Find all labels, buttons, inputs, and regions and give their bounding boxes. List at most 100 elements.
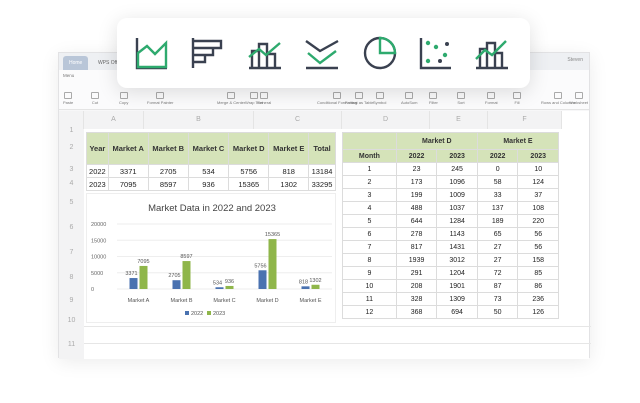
table-cell[interactable]: 8597 <box>147 177 189 191</box>
table-cell[interactable]: 1431 <box>436 240 478 254</box>
table-cell[interactable]: 33 <box>476 188 519 202</box>
table-cell[interactable]: 368 <box>395 305 438 319</box>
column-line-chart-icon[interactable] <box>474 35 510 71</box>
table-cell[interactable]: 56 <box>517 227 559 241</box>
table-cell[interactable]: 9 <box>342 266 397 280</box>
table-cell[interactable]: 291 <box>395 266 438 280</box>
column-header[interactable]: C <box>254 111 342 129</box>
table-cell[interactable]: 108 <box>517 201 559 215</box>
ribbon-button[interactable]: Worksheet <box>569 92 588 105</box>
table-cell[interactable]: 58 <box>476 175 519 189</box>
table-cell[interactable]: 5 <box>342 214 397 228</box>
table-cell[interactable]: 328 <box>395 292 438 306</box>
table-cell[interactable]: 8 <box>342 253 397 267</box>
ribbon-button[interactable]: AutoSum <box>401 92 417 105</box>
table-cell[interactable]: 72 <box>476 266 519 280</box>
scatter-chart-icon[interactable] <box>418 35 454 71</box>
column-header[interactable]: A <box>84 111 144 129</box>
table-cell[interactable]: 1096 <box>436 175 478 189</box>
table-cell[interactable]: 817 <box>395 240 438 254</box>
row-header[interactable]: 4 <box>59 177 84 191</box>
table-cell[interactable]: 124 <box>517 175 559 189</box>
table-cell[interactable]: 245 <box>436 162 478 176</box>
column-header[interactable]: D <box>342 111 430 129</box>
table-cell[interactable]: 65 <box>476 227 519 241</box>
row-header[interactable]: 10 <box>59 311 84 331</box>
table-cell[interactable]: 3371 <box>107 164 149 178</box>
table-cell[interactable]: 50 <box>476 305 519 319</box>
row-header[interactable]: 6 <box>59 215 84 241</box>
row-header[interactable]: 8 <box>59 265 84 291</box>
table-cell[interactable]: 86 <box>517 279 559 293</box>
table-cell[interactable]: 87 <box>476 279 519 293</box>
ribbon-button[interactable]: Cut <box>91 92 99 105</box>
combo-chart-icon[interactable] <box>247 35 283 71</box>
ribbon-button[interactable]: Paste <box>63 92 73 105</box>
row-header[interactable]: 3 <box>59 163 84 177</box>
table-cell[interactable]: 4 <box>342 201 397 215</box>
table-cell[interactable]: 694 <box>436 305 478 319</box>
table-cell[interactable]: 644 <box>395 214 438 228</box>
bar-chart[interactable]: Market Data in 2022 and 2023 0 5000 10000 15… <box>86 193 336 323</box>
table-cell[interactable]: 5756 <box>228 164 270 178</box>
table-cell[interactable]: 208 <box>395 279 438 293</box>
table-cell[interactable]: 10 <box>342 279 397 293</box>
table-cell[interactable]: 85 <box>517 266 559 280</box>
table-cell[interactable]: 488 <box>395 201 438 215</box>
table-cell[interactable]: 936 <box>187 177 230 191</box>
column-header[interactable]: B <box>144 111 254 129</box>
row-header[interactable]: 5 <box>59 191 84 215</box>
table-cell[interactable]: 2705 <box>147 164 189 178</box>
table-cell[interactable]: 1009 <box>436 188 478 202</box>
table-cell[interactable]: 1 <box>342 162 397 176</box>
column-header[interactable]: E <box>430 111 488 129</box>
table-cell[interactable]: 73 <box>476 292 519 306</box>
table-cell[interactable]: 27 <box>476 240 519 254</box>
ribbon-button[interactable]: Format <box>485 92 498 105</box>
sheet-grid[interactable]: A B C D E F 1 2 3 4 5 6 7 8 9 10 11 Year Market A Market B… <box>59 111 591 359</box>
table-cell[interactable]: 2022 <box>86 164 109 178</box>
row-header[interactable]: 11 <box>59 331 84 359</box>
user-name[interactable]: Steven <box>567 57 583 63</box>
table-cell[interactable]: 1284 <box>436 214 478 228</box>
table-cell[interactable]: 37 <box>517 188 559 202</box>
ribbon-button[interactable]: Format as Table <box>345 92 374 105</box>
ribbon-button[interactable]: Filter <box>429 92 438 105</box>
table-cell[interactable]: 11 <box>342 292 397 306</box>
table-cell[interactable]: 7095 <box>107 177 149 191</box>
table-cell[interactable]: 7 <box>342 240 397 254</box>
table-cell[interactable]: 1302 <box>268 177 310 191</box>
ribbon-button[interactable]: Copy <box>119 92 128 105</box>
table-cell[interactable]: 2 <box>342 175 397 189</box>
table-cell[interactable]: 173 <box>395 175 438 189</box>
ribbon-button[interactable]: Symbol <box>373 92 386 105</box>
table-cell[interactable]: 15365 <box>228 177 270 191</box>
table-cell[interactable]: 1901 <box>436 279 478 293</box>
table-cell[interactable]: 818 <box>268 164 310 178</box>
table-cell[interactable]: 2023 <box>86 177 109 191</box>
row-header[interactable]: 7 <box>59 241 84 265</box>
ribbon-button[interactable]: Fill <box>513 92 521 105</box>
ribbon-button[interactable]: General <box>257 92 271 105</box>
area-chart-icon[interactable] <box>134 35 170 71</box>
row-header[interactable]: 9 <box>59 291 84 311</box>
table-cell[interactable]: 189 <box>476 214 519 228</box>
table-cell[interactable]: 534 <box>187 164 230 178</box>
table-cell[interactable]: 3 <box>342 188 397 202</box>
table-cell[interactable]: 1939 <box>395 253 438 267</box>
table-cell[interactable]: 1037 <box>436 201 478 215</box>
table-cell[interactable]: 23 <box>395 162 438 176</box>
table-cell[interactable]: 220 <box>517 214 559 228</box>
table-cell[interactable]: 0 <box>476 162 519 176</box>
column-header[interactable]: F <box>488 111 562 129</box>
table-cell[interactable]: 6 <box>342 227 397 241</box>
table-cell[interactable]: 33295 <box>308 177 336 191</box>
table-cell[interactable]: 27 <box>476 253 519 267</box>
ribbon-button[interactable]: Sort <box>457 92 465 105</box>
table-cell[interactable]: 13184 <box>308 164 336 178</box>
table-cell[interactable]: 158 <box>517 253 559 267</box>
table-cell[interactable]: 236 <box>517 292 559 306</box>
pie-chart-icon[interactable] <box>362 35 398 71</box>
table-cell[interactable]: 1309 <box>436 292 478 306</box>
table-cell[interactable]: 278 <box>395 227 438 241</box>
